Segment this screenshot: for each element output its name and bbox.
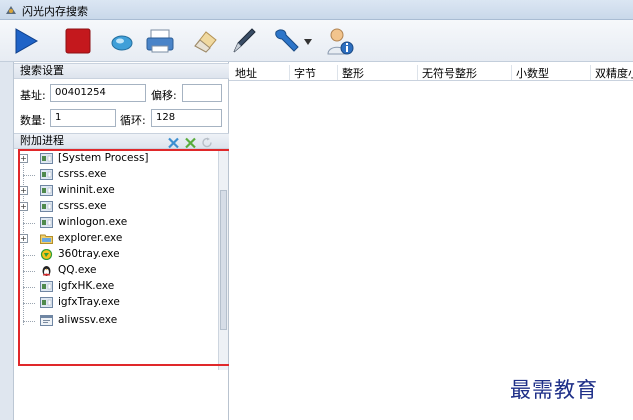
window-title: 闪光内存搜索 xyxy=(22,5,88,18)
process-item[interactable]: + csrss.exe xyxy=(14,199,214,215)
expand-icon[interactable]: + xyxy=(19,234,28,243)
loop-label: 循环: xyxy=(120,114,146,127)
column-header-float[interactable]: 小数型 xyxy=(516,65,591,80)
column-header-address[interactable]: 地址 xyxy=(235,65,290,80)
window-app-icon xyxy=(40,201,53,212)
print-icon[interactable] xyxy=(145,26,175,56)
window-app-icon xyxy=(40,169,53,180)
process-item[interactable]: igfxTray.exe xyxy=(14,295,214,311)
expand-icon[interactable]: + xyxy=(19,202,28,211)
window-app-icon xyxy=(40,281,53,292)
process-name: aliwssv.exe xyxy=(58,314,118,326)
process-name: QQ.exe xyxy=(58,264,97,276)
process-name: explorer.exe xyxy=(58,232,123,244)
shield-icon xyxy=(40,249,53,260)
column-header-byte[interactable]: 字节 xyxy=(294,65,338,80)
window-app-icon xyxy=(40,153,53,164)
penguin-icon xyxy=(42,266,51,276)
window-app-icon xyxy=(40,185,53,196)
window-edge xyxy=(0,62,14,420)
count-label: 数量: xyxy=(20,114,46,127)
app-icon xyxy=(6,6,16,14)
user-info-icon[interactable] xyxy=(325,26,355,56)
expand-icon[interactable]: + xyxy=(19,186,28,195)
process-item[interactable]: 360tray.exe xyxy=(14,247,214,263)
process-item[interactable]: + explorer.exe xyxy=(14,231,214,247)
process-item[interactable]: csrss.exe xyxy=(14,167,214,183)
detach-icon[interactable] xyxy=(185,137,196,149)
watermark-text: 最需教育 xyxy=(510,378,598,402)
eraser-icon[interactable] xyxy=(190,26,220,56)
results-table-header: 地址 字节 整形 无符号整形 小数型 双精度小 xyxy=(229,63,633,81)
process-item[interactable]: QQ.exe xyxy=(14,263,214,279)
window-app-icon xyxy=(40,217,53,228)
toolbar xyxy=(0,20,633,62)
offset-field[interactable] xyxy=(182,84,222,102)
attach-icon[interactable] xyxy=(168,137,179,149)
window-app-icon xyxy=(40,297,53,308)
folder-icon xyxy=(40,234,53,244)
process-name: igfxHK.exe xyxy=(58,280,115,292)
process-item[interactable]: + wininit.exe xyxy=(14,183,214,199)
stop-icon[interactable] xyxy=(63,26,93,56)
search-icon[interactable] xyxy=(107,26,137,56)
scrollbar-thumb[interactable] xyxy=(220,190,227,330)
pen-icon[interactable] xyxy=(228,26,258,56)
loop-field[interactable]: 128 xyxy=(151,109,222,127)
play-icon[interactable] xyxy=(10,26,40,56)
process-name: winlogon.exe xyxy=(58,216,128,228)
wrench-icon[interactable] xyxy=(272,26,302,56)
title-bar: 闪光内存搜索 xyxy=(0,0,633,20)
tree-scrollbar[interactable] xyxy=(218,150,228,370)
results-panel xyxy=(229,62,633,420)
process-item[interactable]: + [System Process] xyxy=(14,151,214,167)
process-item[interactable]: winlogon.exe xyxy=(14,215,214,231)
process-name: 360tray.exe xyxy=(58,248,120,260)
base-address-label: 基址: xyxy=(20,89,46,102)
column-header-double[interactable]: 双精度小 xyxy=(595,65,633,80)
offset-label: 偏移: xyxy=(151,89,177,102)
chevron-down-icon[interactable] xyxy=(304,39,312,45)
process-name: wininit.exe xyxy=(58,184,115,196)
column-header-uint[interactable]: 无符号整形 xyxy=(422,65,512,80)
column-header-int[interactable]: 整形 xyxy=(342,65,418,80)
count-field[interactable]: 1 xyxy=(50,109,116,127)
search-settings-header: 搜索设置 xyxy=(14,63,229,79)
process-item[interactable]: aliwssv.exe xyxy=(14,313,214,329)
refresh-icon[interactable] xyxy=(202,137,213,149)
process-name: csrss.exe xyxy=(58,200,107,212)
process-name: csrss.exe xyxy=(58,168,107,180)
attach-process-header: 附加进程 xyxy=(14,133,229,149)
base-address-field[interactable]: 00401254 xyxy=(50,84,146,102)
process-item[interactable]: igfxHK.exe xyxy=(14,279,214,295)
process-name: [System Process] xyxy=(58,152,149,164)
process-name: igfxTray.exe xyxy=(58,296,120,308)
service-window-icon xyxy=(40,315,53,326)
expand-icon[interactable]: + xyxy=(19,154,28,163)
